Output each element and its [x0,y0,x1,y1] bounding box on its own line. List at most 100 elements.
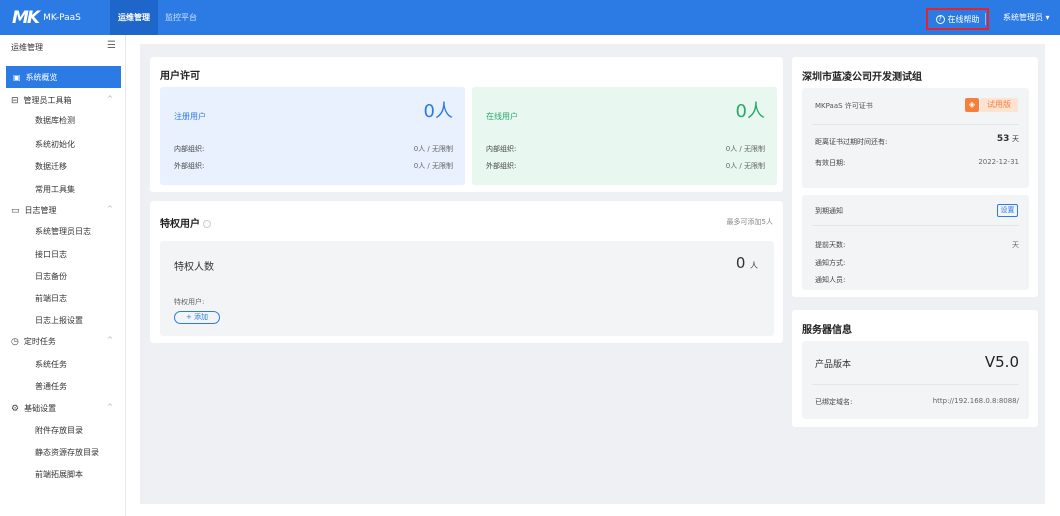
sidebar-group-label: 基础设置 [24,404,57,413]
sidebar-item-label: 系统概览 [25,72,58,82]
question-circle-icon: ? [935,14,945,24]
sidebar: 运维管理 ☰ ▣ 系统概览 ⊟ 管理员工具箱 ^ 数据库检测 系统初始化 数据迁… [0,35,126,516]
sidebar-item-attachment-dir[interactable]: 附件存放目录 [35,425,83,436]
privileged-title-text: 特权用户 [160,219,200,230]
privileged-box: 特权人数 0 人 特权用户: + 添加 [160,241,774,336]
online-help-button[interactable]: ? 在线帮助 [926,8,989,30]
chevron-up-icon[interactable]: ^ [107,95,113,103]
privileged-title: 特权用户 [160,215,211,230]
privileged-count-value: 0 [735,254,746,272]
server-title: 服务器信息 [802,325,852,336]
online-users-label: 在线用户 [486,112,518,121]
sidebar-item-db-check[interactable]: 数据库检测 [35,115,75,126]
info-icon[interactable] [203,220,211,228]
server-card: 服务器信息 产品版本 V5.0 已绑定域名: http://192.168.0.… [792,310,1038,427]
trial-badge: 试用版 [980,98,1018,112]
gear-icon: ⚙ [11,403,20,414]
notice-people-label: 通知人员: [815,276,846,284]
registered-users-label: 注册用户 [174,112,206,121]
valid-date-value: 2022-12-31 [978,158,1019,166]
external-org-value: 0人 / 无限制 [725,162,765,170]
cert-divider [812,124,1019,125]
privileged-users-card: 特权用户 最多可添加5人 特权人数 0 人 特权用户: + 添加 [150,201,783,343]
sidebar-group-basic-settings[interactable]: ⚙ 基础设置 [11,403,56,414]
valid-date-label: 有效日期: [815,159,846,167]
privileged-users-label: 特权用户: [174,298,205,306]
sidebar-group-logs[interactable]: ▭ 日志管理 [11,205,57,216]
notice-settings-button[interactable]: 设置 [997,204,1018,217]
license-card: 用户许可 注册用户 0人 内部组织: 0人 / 无限制 外部组织: 0人 / 无… [150,57,783,192]
main-content: 用户许可 注册用户 0人 内部组织: 0人 / 无限制 外部组织: 0人 / 无… [140,44,1045,504]
sidebar-item-log-backup[interactable]: 日志备份 [35,271,67,282]
top-divider [985,13,986,25]
logo-mark: MK [12,8,40,28]
privileged-count-unit: 人 [750,261,758,270]
cert-label: MKPaaS 许可证书 [815,102,873,110]
internal-org-value: 0人 / 无限制 [725,145,765,153]
privileged-hint: 最多可添加5人 [726,218,773,226]
privileged-count: 0 人 [736,254,758,272]
external-org-label: 外部组织: [174,162,205,170]
user-menu[interactable]: 系统管理员 ▾ [1003,0,1050,35]
sidebar-group-label: 日志管理 [24,206,57,215]
org-card: 深圳市蓝凌公司开发测试组 MKPaaS 许可证书 ◈ 试用版 距离证书过期时间还… [792,57,1038,297]
monitor-icon: ▭ [11,205,20,216]
toolbox-icon: ⊟ [11,95,19,106]
sidebar-item-overview[interactable]: ▣ 系统概览 [6,66,121,88]
sidebar-item-api-log[interactable]: 接口日志 [35,249,67,260]
menu-collapse-icon[interactable]: ☰ [107,40,116,51]
overview-icon: ▣ [13,72,21,82]
registered-users-box: 注册用户 0人 内部组织: 0人 / 无限制 外部组织: 0人 / 无限制 [160,87,465,185]
sidebar-item-init[interactable]: 系统初始化 [35,139,75,150]
chevron-up-icon[interactable]: ^ [107,336,113,344]
internal-org-value: 0人 / 无限制 [413,145,453,153]
notice-method-label: 通知方式: [815,259,846,267]
chevron-up-icon[interactable]: ^ [107,205,113,213]
sidebar-item-tools[interactable]: 常用工具集 [35,184,75,195]
online-help-label: 在线帮助 [947,14,980,24]
sidebar-item-admin-log[interactable]: 系统管理员日志 [35,226,91,237]
sidebar-group-label: 定时任务 [23,337,56,346]
sidebar-item-static-dir[interactable]: 静态资源存放目录 [35,447,99,458]
notice-box: 到期通知 设置 提前天数: 天 通知方式: 通知人员: [802,195,1029,290]
internal-org-label: 内部组织: [174,145,205,153]
cert-box: MKPaaS 许可证书 ◈ 试用版 距离证书过期时间还有: 53 天 有效日期:… [802,88,1029,188]
sidebar-item-log-report[interactable]: 日志上报设置 [35,315,83,326]
sidebar-item-frontend-log[interactable]: 前端日志 [35,293,67,304]
sidebar-item-normal-task[interactable]: 普通任务 [35,381,67,392]
license-title: 用户许可 [160,71,200,82]
top-bar: MK MK-PaaS 运维管理 监控平台 ? 在线帮助 系统管理员 ▾ [0,0,1060,35]
domain-label: 已绑定域名: [815,398,853,406]
clock-icon: ◷ [11,336,19,347]
online-users-box: 在线用户 0人 内部组织: 0人 / 无限制 外部组织: 0人 / 无限制 [472,87,777,185]
sidebar-title: 运维管理 [11,43,43,52]
external-org-value: 0人 / 无限制 [413,162,453,170]
topnav-ops[interactable]: 运维管理 [110,0,158,35]
server-divider [812,384,1019,385]
org-title: 深圳市蓝凌公司开发测试组 [802,72,922,83]
expire-label: 距离证书过期时间还有: [815,138,888,146]
topnav-monitor[interactable]: 监控平台 [157,0,205,35]
sidebar-item-system-task[interactable]: 系统任务 [35,359,67,370]
sidebar-item-frontend-script[interactable]: 前端拓展脚本 [35,469,83,480]
sidebar-group-scheduled[interactable]: ◷ 定时任务 [11,336,56,347]
notice-title: 到期通知 [815,207,843,215]
expire-value: 53 天 [997,134,1019,144]
external-org-label: 外部组织: [486,162,517,170]
online-users-count: 0人 [735,101,765,122]
advance-days-label: 提前天数: [815,241,846,249]
add-privileged-user-button[interactable]: + 添加 [174,311,220,324]
logo[interactable]: MK MK-PaaS [12,8,81,28]
sidebar-item-migrate[interactable]: 数据迁移 [35,161,67,172]
chevron-up-icon[interactable]: ^ [107,403,113,411]
sidebar-group-label: 管理员工具箱 [23,96,72,105]
expire-unit: 天 [1012,135,1019,143]
version-label: 产品版本 [815,360,852,370]
domain-value: http://192.168.0.8:8088/ [932,397,1019,405]
logo-text: MK-PaaS [43,13,81,23]
internal-org-label: 内部组织: [486,145,517,153]
expire-days: 53 [996,134,1010,144]
sidebar-group-admin-tools[interactable]: ⊟ 管理员工具箱 [11,95,72,106]
registered-users-count: 0人 [423,101,453,122]
shield-icon: ◈ [965,98,979,112]
